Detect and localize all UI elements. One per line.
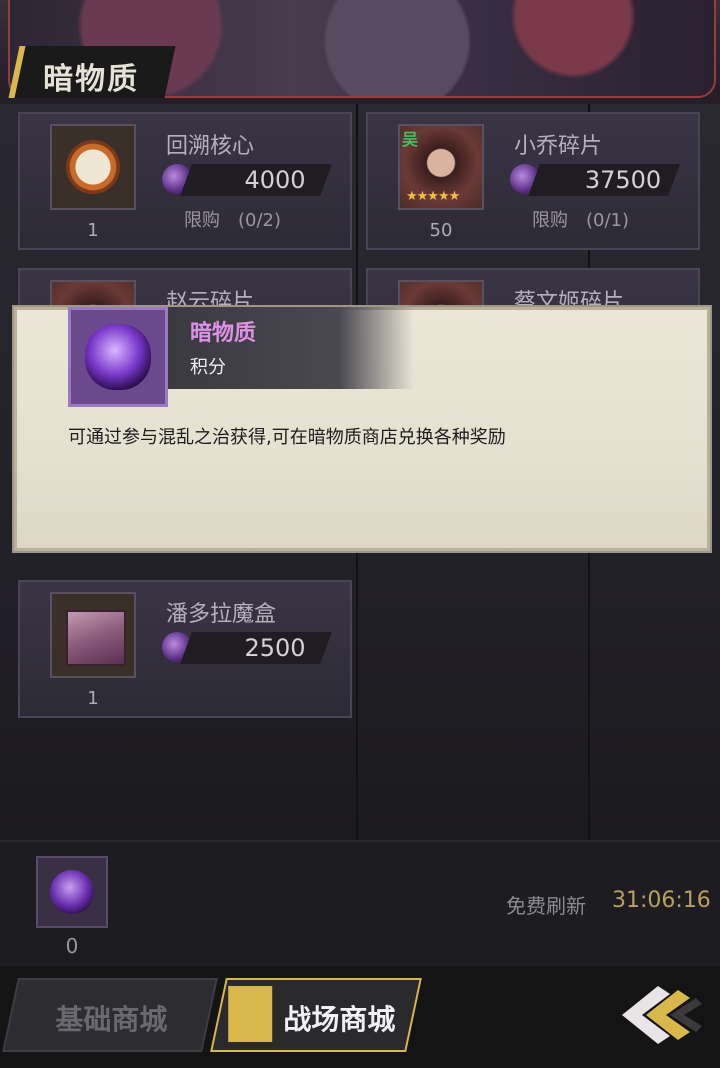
item-quantity: 1 [87,688,99,709]
item-limit: 限购 (0/2) [184,210,282,231]
item-price: 2500 [244,634,306,662]
back-button[interactable] [612,980,708,1050]
tab-label: 基础商城 [55,1003,168,1036]
item-name: 小乔碎片 [514,134,603,159]
currency-bar: 0 免费刷新 31:06:16 [0,840,720,968]
tooltip-description: 可通过参与混乱之治获得,可在暗物质商店兑换各种奖励 [68,427,506,448]
box-icon [50,592,136,678]
medal-icon [228,986,273,1042]
shop-item-card[interactable]: 潘多拉魔盒 2500 1 [18,580,352,718]
item-quantity: 50 [429,220,453,241]
shop-tabs: 基础商城 战场商城 [0,966,720,1068]
refresh-label[interactable]: 免费刷新 [506,890,586,919]
item-limit: 限购 (0/1) [532,210,630,231]
shop-item-card[interactable]: 吴 ★★★★★ 小乔碎片 37500 限购 (0/1) 50 [366,112,700,250]
item-price: 4000 [244,166,306,194]
compass-icon [50,124,136,210]
back-arrow-icon [622,986,702,1044]
dark-matter-icon[interactable] [36,856,108,928]
star-rating-icon: ★★★★★ [406,189,460,204]
tooltip-item-type: 积分 [190,357,226,378]
currency-count: 0 [65,934,79,958]
faction-tag: 吴 [402,130,419,149]
dark-matter-icon [68,307,168,407]
banner-title-plate: 暗物质 [8,46,176,98]
shop-banner: 暗物质 [0,0,720,104]
item-quantity: 1 [87,220,99,241]
item-name: 潘多拉魔盒 [166,602,277,627]
hero-portrait-icon: 吴 ★★★★★ [398,124,484,210]
tab-basic-shop[interactable]: 基础商城 [2,978,218,1052]
tab-battlefield-shop[interactable]: 战场商城 [210,978,422,1052]
item-name: 回溯核心 [166,134,255,159]
shop-item-card[interactable]: 回溯核心 4000 限购 (0/2) 1 [18,112,352,250]
tab-label: 战场商城 [283,1003,396,1036]
tooltip-item-name: 暗物质 [190,321,257,346]
banner-title: 暗物质 [43,62,140,97]
refresh-timer: 31:06:16 [612,888,711,913]
item-price: 37500 [584,166,662,194]
item-tooltip[interactable]: 暗物质 积分 可通过参与混乱之治获得,可在暗物质商店兑换各种奖励 [12,305,712,553]
